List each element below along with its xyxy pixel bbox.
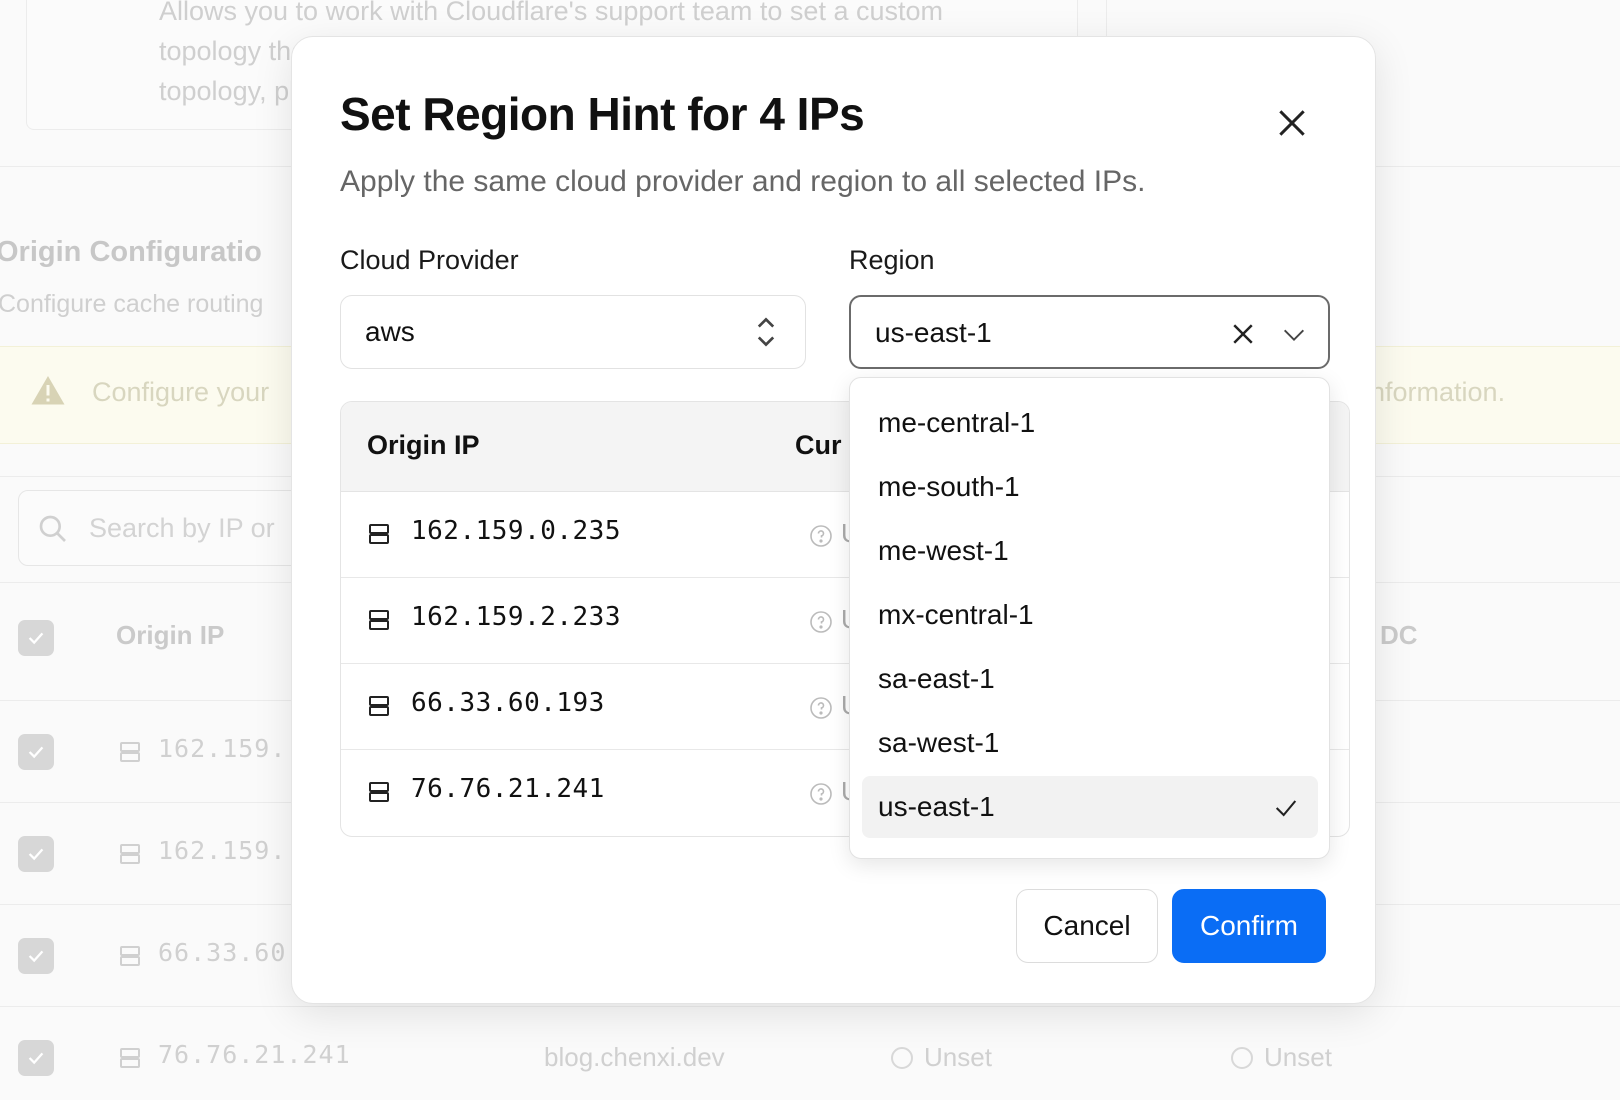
check-icon [28, 848, 44, 861]
server-icon [120, 1048, 140, 1068]
divider [0, 1006, 1620, 1007]
row-checkbox[interactable] [18, 836, 54, 872]
region-option[interactable]: sa-east-1 [862, 648, 1318, 710]
check-icon [28, 950, 44, 963]
region-option[interactable]: me-south-1 [862, 456, 1318, 518]
row-ip: 66.33.60 [158, 938, 287, 967]
cloud-provider-value: aws [365, 316, 415, 347]
cloud-provider-select[interactable]: aws [340, 295, 806, 369]
row-host: blog.chenxi.dev [544, 1042, 725, 1072]
row-checkbox[interactable] [18, 1040, 54, 1076]
row-status: Unset [924, 1042, 992, 1072]
region-hint-dialog: Set Region Hint for 4 IPs Apply the same… [291, 36, 1376, 1004]
select-all-checkbox[interactable] [18, 620, 54, 656]
close-icon[interactable] [1272, 103, 1312, 143]
row-checkbox[interactable] [18, 938, 54, 974]
chevron-down-icon[interactable] [1280, 321, 1308, 349]
server-icon [369, 696, 389, 716]
row-checkbox[interactable] [18, 734, 54, 770]
help-circle-icon [810, 525, 832, 547]
region-option[interactable]: mx-central-1 [862, 584, 1318, 646]
help-circle-icon [810, 697, 832, 719]
warning-icon [31, 376, 65, 405]
option-label: sa-east-1 [878, 663, 995, 694]
option-label: mx-central-1 [878, 599, 1034, 630]
row-ip: 76.76.21.241 [158, 1040, 351, 1069]
warning-text-end: nformation. [1370, 377, 1506, 407]
region-option-selected[interactable]: us-east-1 [862, 776, 1318, 838]
region-option[interactable]: me-central-1 [862, 392, 1318, 454]
server-icon [369, 610, 389, 630]
search-icon [39, 515, 66, 542]
cancel-button[interactable]: Cancel [1016, 889, 1158, 963]
help-circle-icon [810, 611, 832, 633]
check-icon [28, 1052, 44, 1065]
server-icon [120, 844, 140, 864]
server-icon [120, 742, 140, 762]
region-option[interactable]: sa-west-1 [862, 712, 1318, 774]
column-header-current: Cur [795, 430, 842, 460]
column-header-origin-ip: Origin IP [367, 430, 480, 460]
option-label: us-east-1 [878, 791, 995, 822]
table-row[interactable]: 76.76.21.241 blog.chenxi.dev Unset Unset [0, 1018, 1620, 1100]
server-icon [120, 946, 140, 966]
section-subtitle: Configure cache routing [0, 290, 264, 318]
server-icon [369, 782, 389, 802]
check-icon [1275, 800, 1297, 817]
region-option[interactable]: me-west-1 [862, 520, 1318, 582]
column-header-origin-ip: Origin IP [116, 620, 225, 650]
row-ip: 162.159.0.235 [411, 516, 621, 546]
clear-icon[interactable] [1228, 319, 1258, 349]
warning-text: Configure your [92, 377, 270, 407]
option-label: me-west-1 [878, 535, 1009, 566]
help-circle-icon [810, 783, 832, 805]
region-dropdown-menu: me-central-1 me-south-1 me-west-1 mx-cen… [849, 377, 1330, 859]
row-status: Unset [1264, 1042, 1332, 1072]
section-title: Origin Configuratio [0, 236, 262, 268]
confirm-button[interactable]: Confirm [1172, 889, 1326, 963]
row-ip: 162.159. [158, 836, 287, 865]
check-icon [28, 632, 44, 645]
option-label: me-south-1 [878, 471, 1020, 502]
row-ip: 162.159. [158, 734, 287, 763]
check-icon [28, 746, 44, 759]
dialog-title: Set Region Hint for 4 IPs [340, 88, 865, 140]
help-circle-icon [891, 1047, 913, 1069]
row-ip: 66.33.60.193 [411, 688, 605, 718]
search-placeholder: Search by IP or [89, 513, 275, 543]
cloud-provider-label: Cloud Provider [340, 245, 519, 275]
region-value: us-east-1 [875, 317, 992, 348]
row-ip: 76.76.21.241 [411, 774, 605, 804]
column-header-dc: DC [1380, 620, 1418, 650]
region-select[interactable]: us-east-1 [849, 295, 1330, 369]
region-label: Region [849, 245, 935, 275]
option-label: me-central-1 [878, 407, 1036, 438]
server-icon [369, 524, 389, 544]
chevron-updown-icon [757, 317, 775, 347]
help-circle-icon [1231, 1047, 1253, 1069]
dialog-subtitle: Apply the same cloud provider and region… [340, 165, 1146, 198]
option-label: sa-west-1 [878, 727, 1000, 758]
divider [1106, 0, 1107, 40]
row-ip: 162.159.2.233 [411, 602, 621, 632]
